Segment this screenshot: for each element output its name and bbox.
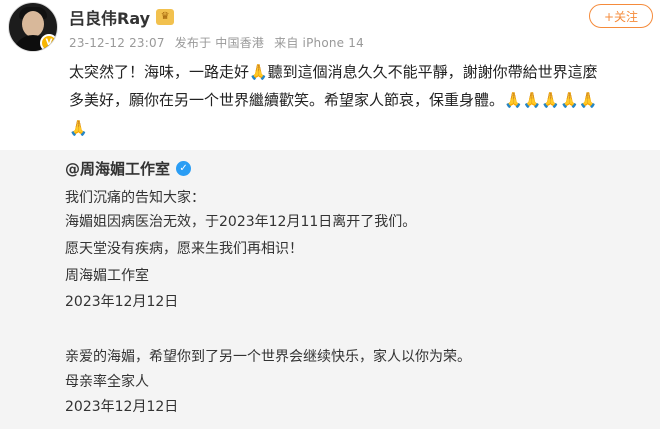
repost-line: 2023年12月12日	[65, 399, 179, 415]
member-badge-icon: ♛	[156, 9, 175, 25]
reposted-content: @周海媚工作室 ✓ 我们沉痛的告知大家： 海媚姐因病医治无效，于2023年12月…	[0, 150, 660, 429]
repost-line: 周海媚工作室	[65, 268, 149, 284]
post-text-line: 太突然了！海味，一路走好🙏聽到這個消息久久不能平靜，謝謝你帶給世界這麼	[69, 63, 598, 81]
post-device: 来自 iPhone 14	[274, 36, 364, 50]
repost-line: 海媚姐因病医治无效，于2023年12月11日离开了我们。	[65, 214, 417, 230]
repost-line: 我们沉痛的告知大家：	[65, 190, 205, 206]
post-time[interactable]: 23-12-12 23:07	[69, 36, 165, 50]
post-text-line: 多美好，願你在另一个世界繼續歡笑。希望家人節哀，保重身體。🙏🙏🙏🙏🙏	[69, 91, 598, 109]
weibo-post: V 吕良伟Ray ♛ 23-12-12 23:07 发布于 中国香港 来自 iP…	[0, 0, 660, 150]
repost-author[interactable]: @周海媚工作室 ✓	[65, 158, 192, 179]
post-location: 发布于 中国香港	[174, 36, 265, 50]
verified-v-icon: V	[40, 34, 57, 51]
repost-line: 亲爱的海媚，希望你到了另一个世界会继续快乐，家人以你为荣。	[65, 349, 471, 365]
avatar-face	[22, 11, 44, 37]
post-meta: 23-12-12 23:07 发布于 中国香港 来自 iPhone 14	[69, 34, 370, 51]
avatar[interactable]: V	[8, 2, 58, 52]
username-text[interactable]: 吕良伟Ray	[69, 5, 150, 29]
post-text: 太突然了！海味，一路走好🙏聽到這個消息久久不能平靜，謝謝你帶給世界這麼 多美好，…	[69, 58, 649, 142]
repost-author-name[interactable]: @周海媚工作室	[65, 158, 170, 179]
follow-button[interactable]: +关注	[589, 4, 653, 28]
repost-line: 2023年12月12日	[65, 294, 179, 310]
repost-line: 愿天堂没有疾病，愿来生我们再相识！	[65, 241, 303, 257]
username[interactable]: 吕良伟Ray ♛	[69, 5, 175, 29]
post-text-line: 🙏	[69, 119, 88, 137]
verified-badge-icon: ✓	[176, 161, 192, 176]
repost-line: 母亲率全家人	[65, 374, 149, 390]
